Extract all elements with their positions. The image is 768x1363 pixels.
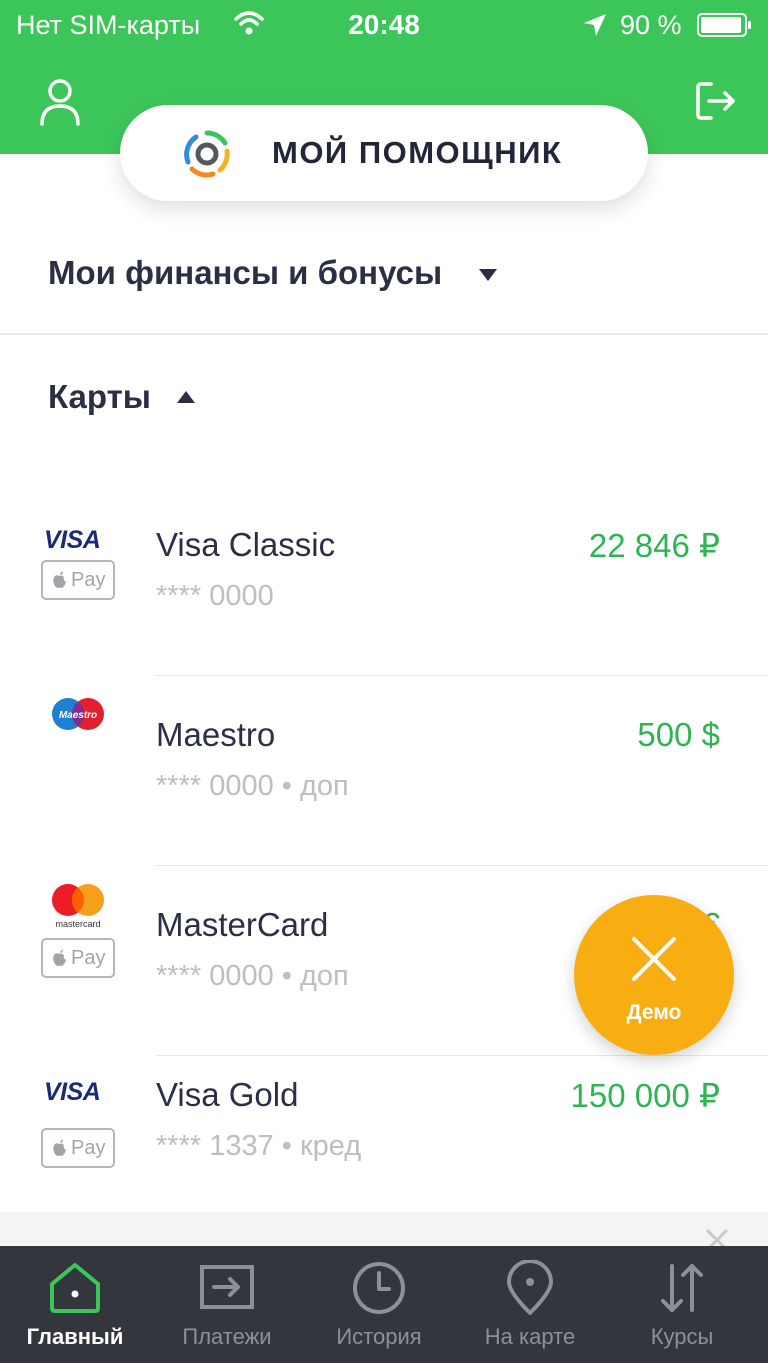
card-name: Maestro [156,716,276,753]
tab-main[interactable]: Главный [0,1246,150,1363]
card-balance: 500 $ [637,716,720,753]
status-bar: Нет SIM-карты 20:48 90 % [0,0,768,52]
caret-up-icon[interactable] [176,390,196,404]
card-number: **** 0000 • доп [156,770,349,802]
apple-pay-badge: Pay [41,938,115,978]
finances-dropdown[interactable]: Мои финансы и бонусы [48,254,442,292]
card-row-maestro[interactable]: Maestro Maestro **** 0000 • доп 500 $ [0,676,768,866]
caret-down-icon[interactable] [478,268,498,282]
assistant-label: МОЙ ПОМОЩНИК [272,135,563,170]
tab-label: История [336,1324,422,1349]
profile-icon[interactable] [36,76,84,128]
card-number: **** 0000 [156,580,274,612]
battery-icon [697,13,751,37]
card-name: Visa Classic [156,526,336,563]
demo-label: Демо [626,1001,682,1024]
maestro-logo: Maestro [52,698,104,730]
hidden-banner [0,1212,768,1246]
tab-history[interactable]: История [304,1246,454,1363]
logout-icon[interactable] [693,78,739,124]
card-balance: 22 846 ₽ [588,527,720,564]
card-row-visa-gold[interactable]: VISA Pay Visa Gold **** 1337 • кред 150 … [0,1056,768,1212]
home-icon [50,1263,100,1313]
clock-icon [353,1262,405,1314]
card-number: **** 0000 • доп [156,960,349,992]
apple-icon [53,571,66,588]
demo-close-button[interactable]: Демо [574,895,734,1055]
tab-payments[interactable]: Платежи [152,1246,302,1363]
tab-label: Главный [26,1324,124,1349]
card-row-visa-classic[interactable]: VISA Pay Visa Classic **** 0000 22 846 ₽ [0,486,768,676]
visa-logo: VISA [44,1078,101,1106]
cards-section-toggle[interactable]: Карты [48,378,151,416]
section-divider [0,333,768,335]
visa-logo: VISA [44,526,101,554]
close-icon [632,937,676,981]
card-name: MasterCard [156,906,329,943]
payments-icon [200,1265,254,1309]
assistant-button[interactable]: МОЙ ПОМОЩНИК [120,105,648,201]
apple-icon [53,949,66,966]
tab-map[interactable]: На карте [455,1246,605,1363]
tab-label: Платежи [182,1324,272,1349]
svg-text:mastercard: mastercard [55,919,100,929]
apple-icon [53,1139,66,1156]
tab-label: На карте [484,1324,576,1349]
exchange-arrows-icon [661,1264,703,1312]
card-name: Visa Gold [156,1076,299,1113]
svg-text:Maestro: Maestro [59,710,97,721]
tab-label: Курсы [650,1324,714,1349]
close-icon[interactable] [705,1228,729,1246]
apple-pay-badge: Pay [41,1128,115,1168]
assistant-logo-icon [184,130,230,178]
tab-rates[interactable]: Курсы [607,1246,757,1363]
card-balance: 150 000 ₽ [570,1077,720,1114]
apple-pay-badge: Pay [41,560,115,600]
card-number: **** 1337 • кред [156,1130,362,1162]
mastercard-logo: mastercard [52,884,104,929]
map-pin-icon [507,1260,553,1315]
tab-bar: Главный Платежи История На карте Курсы [0,1246,768,1363]
battery-percent: 90 % [620,10,682,40]
location-arrow-icon [584,14,606,36]
